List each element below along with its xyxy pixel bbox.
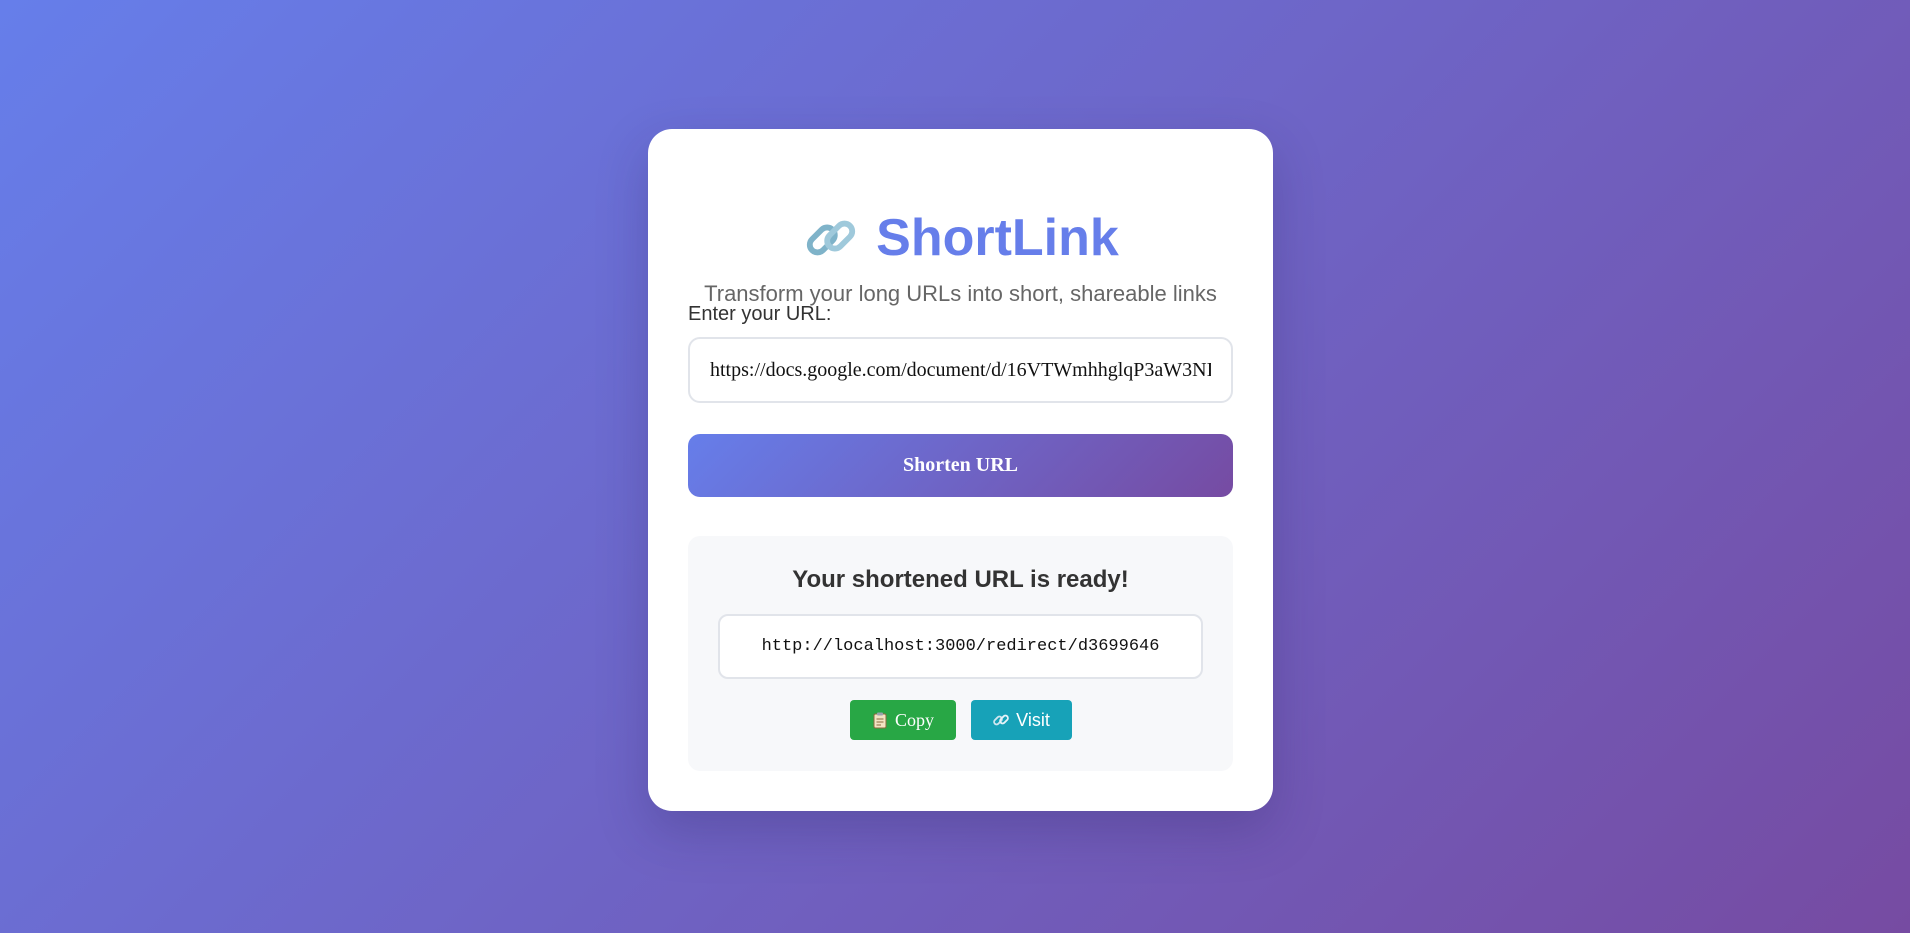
result-actions: Copy Visit <box>688 700 1233 740</box>
url-input-label: Enter your URL: <box>688 303 832 325</box>
visit-button-label: Visit <box>1016 709 1050 730</box>
app-title-text: ShortLink <box>876 209 1119 267</box>
clipboard-icon <box>873 712 887 729</box>
visit-button[interactable]: Visit <box>970 700 1072 740</box>
copy-button-label: Copy <box>894 709 934 730</box>
shortener-card: ShortLink Transform your long URLs into … <box>648 129 1273 811</box>
header: ShortLink Transform your long URLs into … <box>688 209 1233 307</box>
result-heading: Your shortened URL is ready! <box>792 566 1129 593</box>
app-title: ShortLink <box>688 209 1233 267</box>
shorten-url-button[interactable]: Shorten URL <box>688 434 1233 497</box>
link-icon <box>993 714 1009 726</box>
result-panel: Your shortened URL is ready! http://loca… <box>688 536 1233 771</box>
copy-button[interactable]: Copy <box>849 700 956 740</box>
shortened-url-display[interactable]: http://localhost:3000/redirect/d3699646 <box>718 614 1203 679</box>
url-input[interactable] <box>688 337 1233 403</box>
link-icon <box>807 220 856 256</box>
